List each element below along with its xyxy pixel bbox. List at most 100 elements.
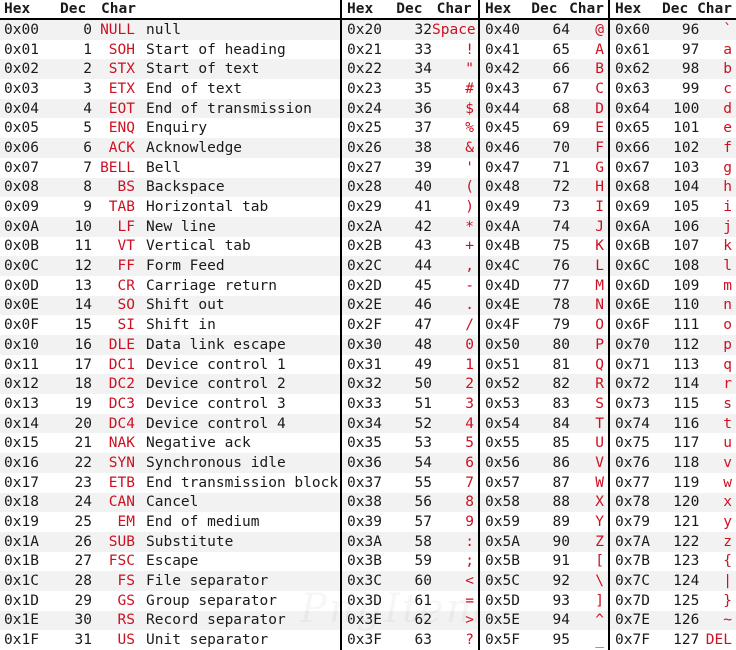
header-char-label: Char — [569, 1, 604, 17]
cell-dec: 6 — [83, 139, 92, 156]
cell-char: SOH — [108, 41, 135, 58]
table-row: 0x39 57 9 — [342, 512, 478, 532]
cell-hex: 0x3E — [347, 612, 382, 629]
column-header: Hex Dec Char — [480, 0, 608, 20]
cell-dec: 13 — [74, 277, 92, 294]
cell-hex: 0x63 — [615, 80, 650, 97]
cell-description: Backspace — [146, 179, 225, 196]
cell-dec: 46 — [414, 297, 432, 314]
cell-char: C — [595, 80, 604, 97]
cell-char: DC4 — [108, 415, 135, 432]
cell-description: Shift out — [146, 297, 225, 314]
table-row: 0x4F 79 O — [480, 315, 608, 335]
table-row: 0x6B 107 k — [610, 237, 736, 257]
cell-char: 8 — [465, 494, 474, 511]
cell-dec: 118 — [673, 454, 700, 471]
cell-hex: 0x18 — [4, 494, 39, 511]
cell-hex: 0x26 — [347, 139, 382, 156]
cell-char: ~ — [723, 612, 732, 629]
cell-dec: 43 — [414, 238, 432, 255]
table-row: 0x61 97 a — [610, 40, 736, 60]
table-row: 0x77 119 w — [610, 473, 736, 493]
table-row: 0x28 40 ( — [342, 177, 478, 198]
cell-dec: 104 — [673, 179, 700, 196]
cell-dec: 127 — [673, 632, 700, 649]
cell-char: 7 — [465, 474, 474, 491]
cell-hex: 0x78 — [615, 494, 650, 511]
cell-hex: 0x14 — [4, 415, 39, 432]
cell-char: * — [465, 218, 474, 235]
cell-hex: 0x4B — [485, 238, 520, 255]
cell-hex: 0x2E — [347, 297, 382, 314]
table-row: 0x27 39 ' — [342, 158, 478, 178]
table-column-uppercase-letters: Hex Dec Char 0x40 64 @0x41 65 A 0x42 66 B 0x43 67 C 0x… — [478, 0, 608, 650]
cell-description: Record separator — [146, 612, 286, 629]
cell-dec: 17 — [74, 356, 92, 373]
cell-description: Form Feed — [146, 258, 225, 275]
cell-dec: 0 — [83, 21, 92, 38]
cell-hex: 0x29 — [347, 199, 382, 216]
cell-char: ; — [465, 553, 474, 570]
cell-hex: 0x21 — [347, 41, 382, 58]
cell-char: SO — [117, 297, 135, 314]
cell-char: LF — [117, 218, 135, 235]
cell-char: q — [723, 356, 732, 373]
table-row: 0x68 104 h — [610, 177, 736, 198]
cell-char: f — [723, 139, 732, 156]
cell-char: EOT — [108, 100, 135, 117]
cell-description: Device control 2 — [146, 376, 286, 393]
cell-dec: 64 — [552, 21, 570, 38]
cell-dec: 73 — [552, 199, 570, 216]
cell-hex: 0x58 — [485, 494, 520, 511]
cell-char: ] — [595, 592, 604, 609]
table-row: 0x6C 108 l — [610, 256, 736, 276]
ascii-character-table: Hex Dec Char 0x00 0 NULL null 0x01 1 SOH Start of … — [0, 0, 736, 650]
cell-description: End of transmission — [146, 100, 312, 117]
cell-dec: 20 — [74, 415, 92, 432]
table-row: 0x64 100 d — [610, 98, 736, 119]
table-row: 0x47 71 G — [480, 158, 608, 178]
cell-hex: 0x6D — [615, 277, 650, 294]
table-row: 0x65 101 e — [610, 118, 736, 138]
cell-hex: 0x19 — [4, 514, 39, 531]
cell-char: 6 — [465, 454, 474, 471]
cell-hex: 0x6B — [615, 238, 650, 255]
cell-hex: 0x60 — [615, 21, 650, 38]
cell-hex: 0x35 — [347, 435, 382, 452]
cell-hex: 0x17 — [4, 474, 39, 491]
cell-dec: 66 — [552, 61, 570, 78]
cell-char: L — [595, 258, 604, 275]
table-row: 0x72 114 r — [610, 374, 736, 395]
cell-char: BELL — [100, 159, 135, 176]
cell-hex: 0x40 — [485, 21, 520, 38]
cell-dec: 9 — [83, 199, 92, 216]
cell-dec: 30 — [74, 612, 92, 629]
cell-char: y — [723, 514, 732, 531]
cell-hex: 0x03 — [4, 80, 39, 97]
table-row: 0x59 89 Y — [480, 512, 608, 532]
table-row: 0x2D 45 - — [342, 276, 478, 296]
cell-char: A — [595, 41, 604, 58]
cell-char: X — [595, 494, 604, 511]
cell-hex: 0x1D — [4, 592, 39, 609]
cell-char: r — [723, 376, 732, 393]
table-row: 0x75 117 u — [610, 433, 736, 453]
cell-dec: 10 — [74, 218, 92, 235]
cell-char: V — [595, 454, 604, 471]
cell-char: ? — [465, 632, 474, 649]
cell-char: / — [465, 317, 474, 334]
cell-dec: 24 — [74, 494, 92, 511]
table-row: 0x6F 111 o — [610, 315, 736, 335]
cell-dec: 41 — [414, 199, 432, 216]
cell-dec: 80 — [552, 336, 570, 353]
table-row: 0x1D 29 GS Group separator — [0, 591, 340, 611]
cell-dec: 12 — [74, 258, 92, 275]
cell-char: US — [117, 632, 135, 649]
cell-dec: 26 — [74, 533, 92, 550]
cell-dec: 108 — [673, 258, 700, 275]
cell-dec: 78 — [552, 297, 570, 314]
cell-char: j — [723, 218, 732, 235]
cell-dec: 85 — [552, 435, 570, 452]
table-row: 0x7B 123 { — [610, 552, 736, 572]
cell-char: < — [465, 573, 474, 590]
